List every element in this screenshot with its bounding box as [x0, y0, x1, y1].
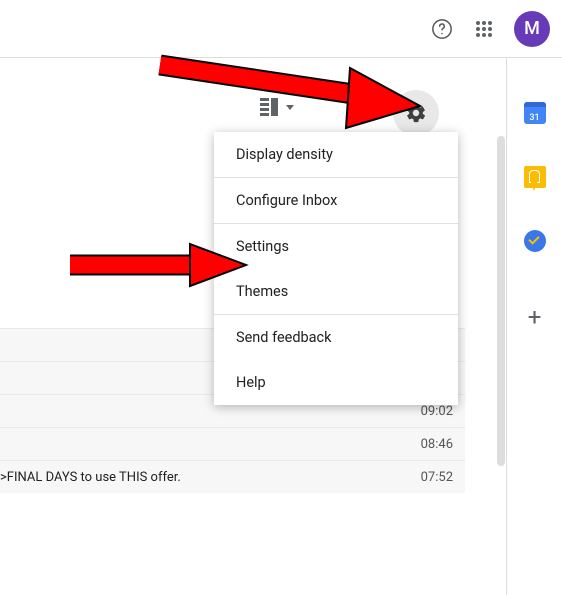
- calendar-app-icon[interactable]: [524, 102, 546, 124]
- side-panel: +: [506, 58, 562, 595]
- email-row[interactable]: >FINAL DAYS to use THIS offer. 07:52: [0, 460, 465, 493]
- avatar[interactable]: M: [514, 11, 550, 47]
- help-icon[interactable]: [430, 17, 454, 41]
- add-addon-button[interactable]: +: [523, 306, 547, 330]
- scrollbar[interactable]: [497, 136, 505, 466]
- email-time: 09:02: [421, 404, 453, 419]
- toolbar: [260, 98, 294, 116]
- keep-app-icon[interactable]: [524, 166, 546, 188]
- email-time: 07:52: [421, 470, 453, 485]
- menu-item-themes[interactable]: Themes: [214, 269, 458, 314]
- gear-icon: [405, 102, 427, 124]
- menu-item-send-feedback[interactable]: Send feedback: [214, 315, 458, 360]
- apps-icon[interactable]: [472, 17, 496, 41]
- top-bar: M: [0, 0, 562, 58]
- email-time: 08:46: [421, 437, 453, 452]
- tasks-app-icon[interactable]: [524, 230, 546, 252]
- menu-item-settings[interactable]: Settings: [214, 224, 458, 269]
- menu-item-configure-inbox[interactable]: Configure Inbox: [214, 178, 458, 223]
- menu-item-display-density[interactable]: Display density: [214, 132, 458, 177]
- content-area: Display density Configure Inbox Settings…: [0, 58, 562, 595]
- email-row[interactable]: 08:46: [0, 427, 465, 460]
- menu-item-help[interactable]: Help: [214, 360, 458, 405]
- gear-button[interactable]: [393, 90, 439, 136]
- split-pane-button[interactable]: [260, 98, 294, 116]
- email-snippet: >FINAL DAYS to use THIS offer.: [0, 470, 181, 485]
- settings-menu: Display density Configure Inbox Settings…: [214, 132, 458, 405]
